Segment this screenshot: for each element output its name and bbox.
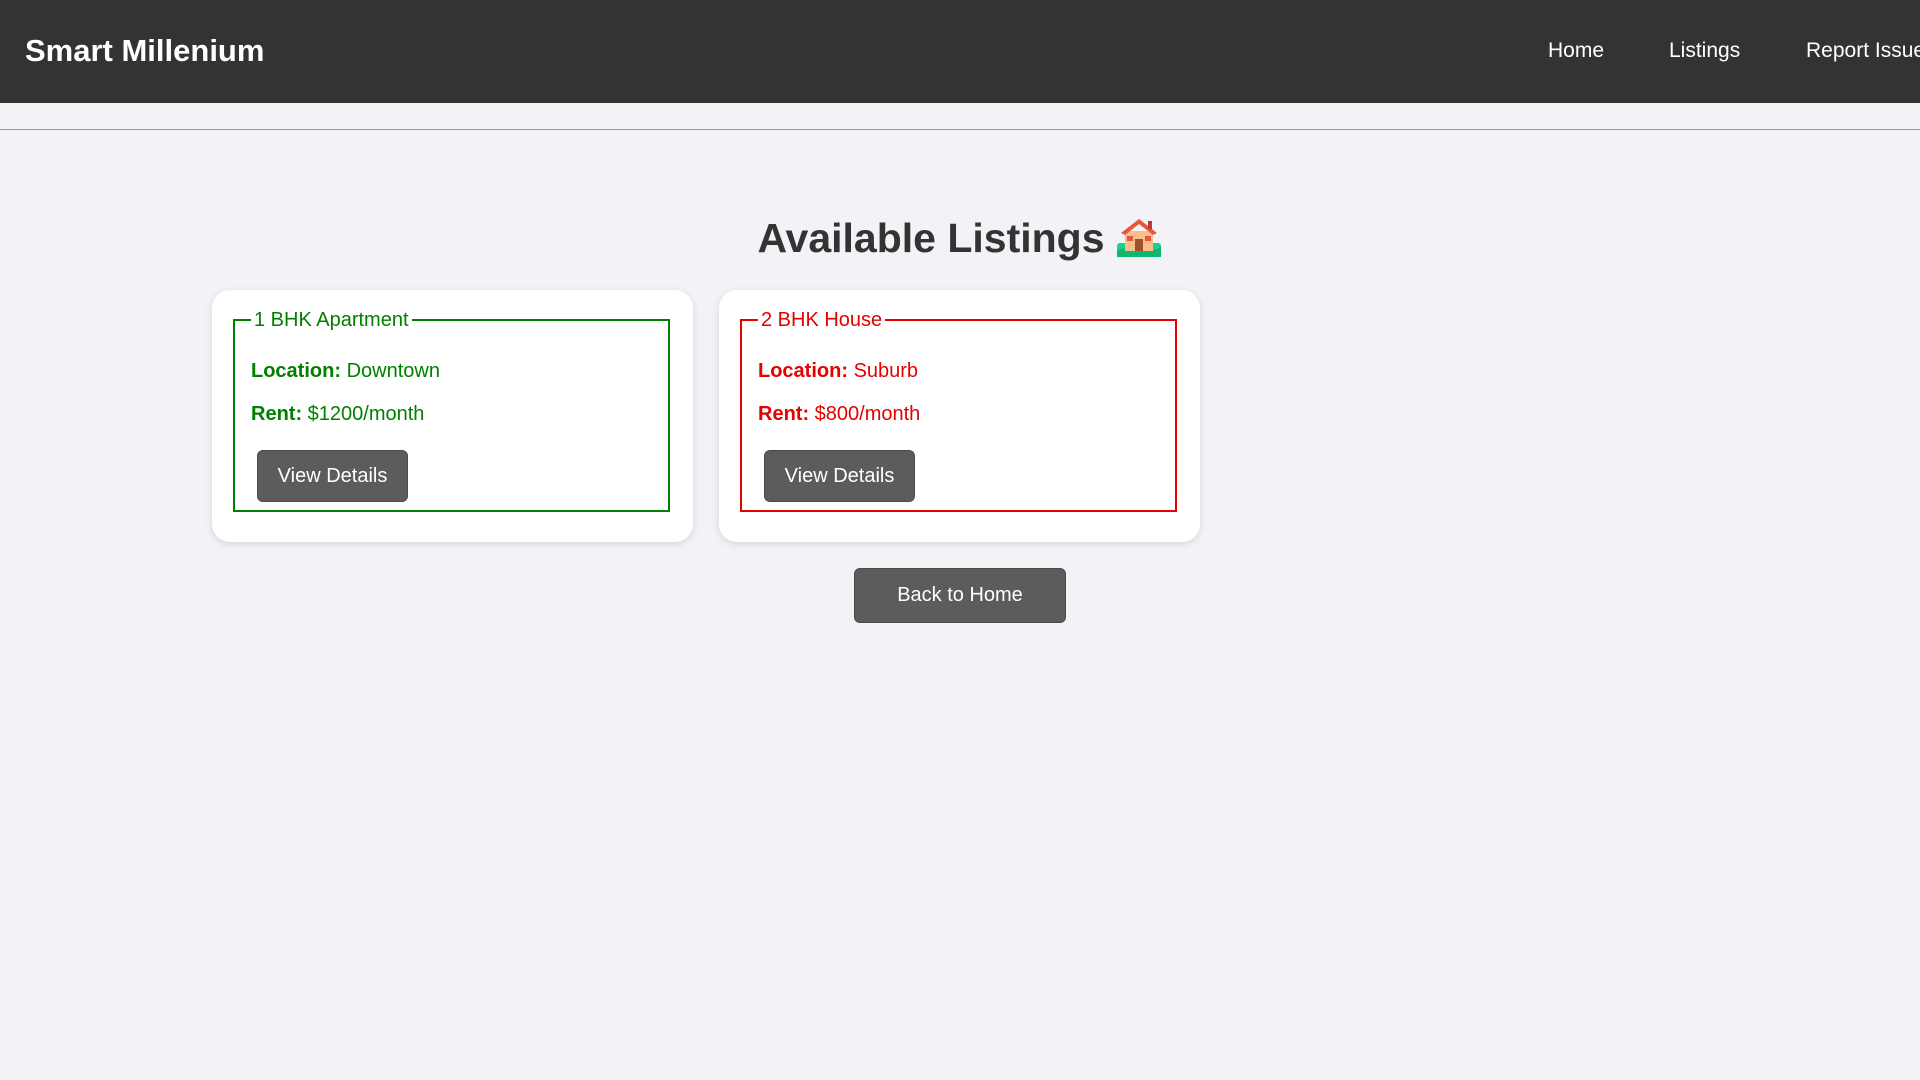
view-details-button[interactable]: View Details xyxy=(764,450,915,502)
header-divider xyxy=(0,129,1920,130)
listing-fieldset: 2 BHK House Location: Suburb Rent: $800/… xyxy=(740,305,1177,512)
rent-value: $800/month xyxy=(814,403,921,425)
location-value: Downtown xyxy=(346,360,440,382)
top-navbar: Smart Millenium Home Listings Report Iss… xyxy=(0,0,1920,103)
page-title-text: Available Listings xyxy=(757,215,1105,261)
nav-link-report-issue[interactable]: Report Issue xyxy=(1806,36,1920,66)
nav-link-listings[interactable]: Listings xyxy=(1669,36,1740,66)
location-label: Location: xyxy=(758,360,848,382)
view-details-button[interactable]: View Details xyxy=(257,450,408,502)
listing-card: 2 BHK House Location: Suburb Rent: $800/… xyxy=(719,290,1200,542)
listing-location: Location: Suburb xyxy=(758,357,918,385)
listing-title: 2 BHK House xyxy=(758,305,886,335)
listing-rent: Rent: $1200/month xyxy=(251,400,424,428)
listing-location: Location: Downtown xyxy=(251,357,440,385)
rent-value: $1200/month xyxy=(307,403,425,425)
house-with-garden-icon xyxy=(1115,215,1163,259)
listing-card: 1 BHK Apartment Location: Downtown Rent:… xyxy=(212,290,693,542)
page-title: Available Listings xyxy=(720,210,1200,266)
brand-title[interactable]: Smart Millenium xyxy=(25,32,264,70)
location-label: Location: xyxy=(251,360,341,382)
listing-fieldset: 1 BHK Apartment Location: Downtown Rent:… xyxy=(233,305,670,512)
rent-label: Rent: xyxy=(758,403,810,425)
location-value: Suburb xyxy=(853,360,919,382)
nav-link-home[interactable]: Home xyxy=(1548,36,1604,66)
back-to-home-button[interactable]: Back to Home xyxy=(854,568,1066,623)
listing-rent: Rent: $800/month xyxy=(758,400,920,428)
rent-label: Rent: xyxy=(251,403,303,425)
listing-title: 1 BHK Apartment xyxy=(251,305,412,335)
